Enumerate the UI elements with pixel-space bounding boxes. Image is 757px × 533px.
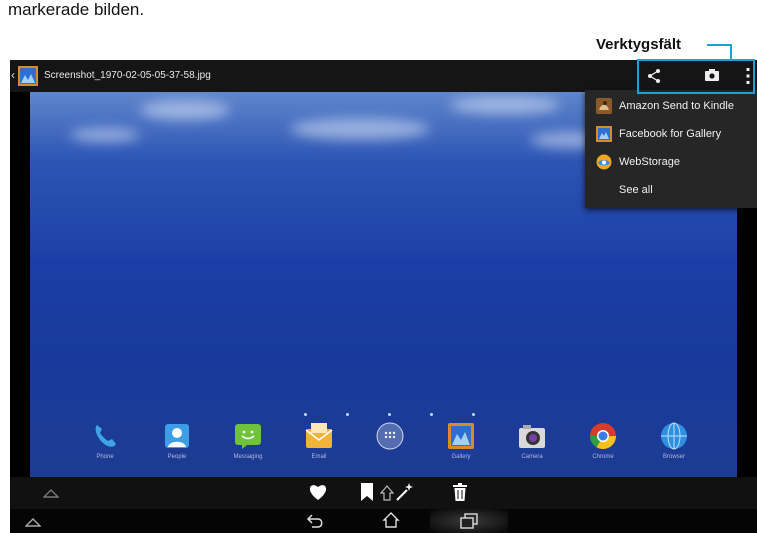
caption-text: markerade bilden. xyxy=(8,0,145,19)
page-indicator-dot xyxy=(346,413,349,416)
magic-wand-icon[interactable] xyxy=(394,482,414,502)
menu-item-see-all[interactable]: See all xyxy=(585,177,757,205)
gallery-icon xyxy=(448,423,474,449)
home-icon[interactable] xyxy=(382,511,400,529)
dock-app-browser[interactable]: Browser xyxy=(657,422,691,470)
app-label: People xyxy=(167,454,187,460)
collapse-icon[interactable] xyxy=(25,517,41,527)
dock-app-all-apps[interactable] xyxy=(373,422,407,470)
menu-item-label: Amazon Send to Kindle xyxy=(619,100,734,112)
menu-item-amazon-send-to-kindle[interactable]: Amazon Send to Kindle xyxy=(585,93,757,121)
browser-icon xyxy=(661,422,687,450)
email-icon xyxy=(305,423,333,448)
home-dock: Phone People Messaging Email Gallery Cam… xyxy=(30,422,737,477)
camera-icon xyxy=(519,425,545,448)
page-indicator-dot xyxy=(388,413,391,416)
page-indicator-dot xyxy=(304,413,307,416)
annotation-leader-line xyxy=(707,44,731,46)
webstorage-icon xyxy=(596,154,612,170)
app-label: Camera xyxy=(521,454,543,460)
menu-item-facebook-for-gallery[interactable]: Facebook for Gallery xyxy=(585,121,757,149)
app-label: Messaging xyxy=(233,454,263,460)
app-label: Browser xyxy=(662,454,685,460)
menu-item-label: See all xyxy=(619,184,653,196)
gallery-action-bar xyxy=(10,477,757,509)
dock-app-people[interactable]: People xyxy=(160,422,194,470)
gallery-icon xyxy=(596,126,612,142)
page-indicator-dot xyxy=(430,413,433,416)
back-icon[interactable] xyxy=(306,513,324,529)
gallery-thumbnail-icon[interactable] xyxy=(18,66,38,86)
toolbar-annotation-label: Verktygsfält xyxy=(596,36,682,53)
menu-item-label: Facebook for Gallery xyxy=(619,128,722,140)
dock-app-chrome[interactable]: Chrome xyxy=(586,422,620,470)
share-dropdown-menu: Amazon Send to Kindle Facebook for Galle… xyxy=(585,90,757,208)
phone-icon xyxy=(95,425,116,447)
favorite-icon[interactable] xyxy=(308,483,328,501)
menu-item-webstorage[interactable]: WebStorage xyxy=(585,149,757,177)
messaging-icon xyxy=(235,424,261,449)
delete-icon[interactable] xyxy=(452,482,468,502)
chrome-icon xyxy=(589,423,617,450)
menu-item-label: WebStorage xyxy=(619,156,680,168)
all-apps-icon xyxy=(376,422,404,450)
recent-apps-icon[interactable] xyxy=(460,513,478,529)
app-label: Gallery xyxy=(451,454,471,460)
image-filename-title: Screenshot_1970-02-05-05-37-58.jpg xyxy=(44,70,211,81)
dock-app-gallery[interactable]: Gallery xyxy=(444,422,478,470)
dock-app-email[interactable]: Email xyxy=(302,422,336,470)
dock-app-phone[interactable]: Phone xyxy=(88,422,122,470)
kindle-icon xyxy=(596,98,612,114)
bookmark-icon[interactable] xyxy=(360,482,374,502)
app-label: Chrome xyxy=(592,454,614,460)
rotate-icon[interactable] xyxy=(380,485,394,501)
annotation-leader-line-vertical xyxy=(730,44,732,60)
dock-app-camera[interactable]: Camera xyxy=(515,422,549,470)
page-indicator-dot xyxy=(472,413,475,416)
collapse-icon[interactable] xyxy=(43,488,59,498)
back-arrow-icon[interactable]: ‹ xyxy=(11,68,15,82)
tablet-screen: ‹ Screenshot_1970-02-05-05-37-58.jpg Pho… xyxy=(10,60,757,533)
toolbar-highlight-box xyxy=(637,59,755,94)
app-label: Email xyxy=(311,454,327,460)
dock-app-messaging[interactable]: Messaging xyxy=(231,422,265,470)
people-icon xyxy=(165,424,189,448)
app-label: Phone xyxy=(96,454,114,460)
